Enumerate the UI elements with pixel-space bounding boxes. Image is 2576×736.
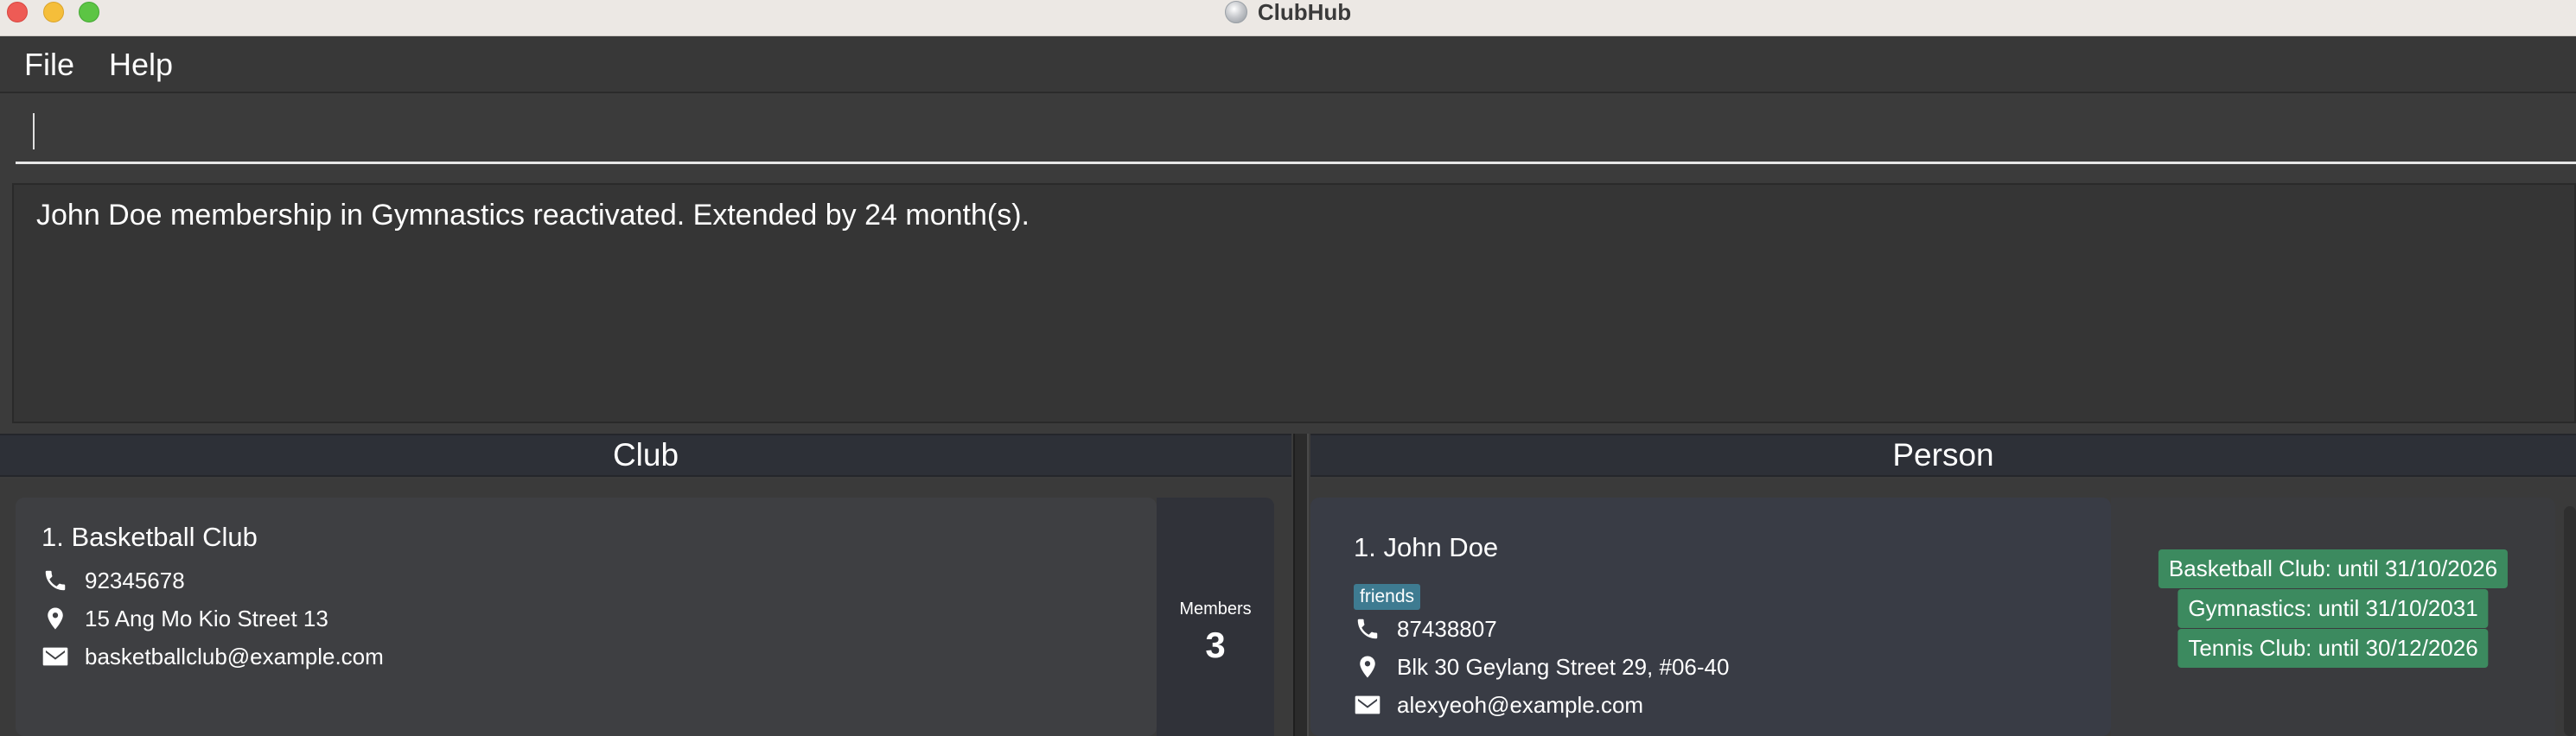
text-caret <box>33 113 35 149</box>
panel-split-divider[interactable] <box>1293 434 1309 736</box>
membership-badge: Tennis Club: until 30/12/2026 <box>2177 629 2489 668</box>
members-count-box: Members 3 <box>1157 498 1274 736</box>
menu-help[interactable]: Help <box>109 47 173 83</box>
person-tag: friends <box>1354 584 1421 610</box>
window-titlebar: ClubHub <box>0 0 2576 36</box>
club-address: 15 Ang Mo Kio Street 13 <box>85 605 328 631</box>
club-list: 1. Basketball Club 92345678 15 Ang Mo Ki… <box>0 479 1291 736</box>
club-phone-row: 92345678 <box>41 567 185 594</box>
person-phone: 87438807 <box>1397 615 1497 642</box>
phone-icon <box>1354 615 1381 643</box>
club-card[interactable]: 1. Basketball Club 92345678 15 Ang Mo Ki… <box>16 498 1157 736</box>
person-panel-title: Person <box>1892 437 1994 473</box>
result-message: John Doe membership in Gymnastics reacti… <box>36 199 1030 232</box>
person-panel-header: Person <box>1310 434 2576 477</box>
club-panel-header: Club <box>0 434 1291 477</box>
club-panel-title: Club <box>612 437 679 473</box>
members-count: 3 <box>1205 625 1226 665</box>
membership-list: Basketball Club: until 31/10/2026 Gymnas… <box>2111 498 2555 736</box>
app-icon <box>1224 1 1247 23</box>
window-title: ClubHub <box>0 0 2576 25</box>
menu-file[interactable]: File <box>24 47 74 83</box>
person-email-row: alexyeoh@example.com <box>1354 691 1643 719</box>
location-pin-icon <box>1354 653 1381 681</box>
menu-bar: File Help <box>0 37 2576 93</box>
person-list-scrollbar[interactable] <box>2564 506 2576 736</box>
club-phone: 92345678 <box>85 567 185 593</box>
club-email: basketballclub@example.com <box>85 643 384 669</box>
window-title-text: ClubHub <box>1257 0 1352 25</box>
result-display: John Doe membership in Gymnastics reacti… <box>12 183 2576 423</box>
person-name: 1. John Doe <box>1354 532 1499 562</box>
command-box <box>0 95 2576 174</box>
person-card[interactable]: 1. John Doe friends 87438807 Blk 30 Geyl… <box>1310 498 2111 736</box>
club-email-row: basketballclub@example.com <box>41 643 384 670</box>
person-email: alexyeoh@example.com <box>1397 691 1644 718</box>
phone-icon <box>41 567 69 594</box>
email-icon <box>41 643 69 670</box>
email-icon <box>1354 691 1381 719</box>
location-pin-icon <box>41 605 69 632</box>
members-label: Members <box>1179 600 1252 619</box>
person-address-row: Blk 30 Geylang Street 29, #06-40 <box>1354 653 1729 681</box>
command-input[interactable] <box>16 98 2576 164</box>
person-phone-row: 87438807 <box>1354 615 1497 643</box>
person-list: 1. John Doe friends 87438807 Blk 30 Geyl… <box>1310 479 2576 736</box>
membership-badge: Basketball Club: until 31/10/2026 <box>2158 549 2509 588</box>
person-address: Blk 30 Geylang Street 29, #06-40 <box>1397 653 1730 680</box>
club-address-row: 15 Ang Mo Kio Street 13 <box>41 605 328 632</box>
club-name: 1. Basketball Club <box>41 522 258 552</box>
membership-badge: Gymnastics: until 31/10/2031 <box>2177 589 2489 628</box>
